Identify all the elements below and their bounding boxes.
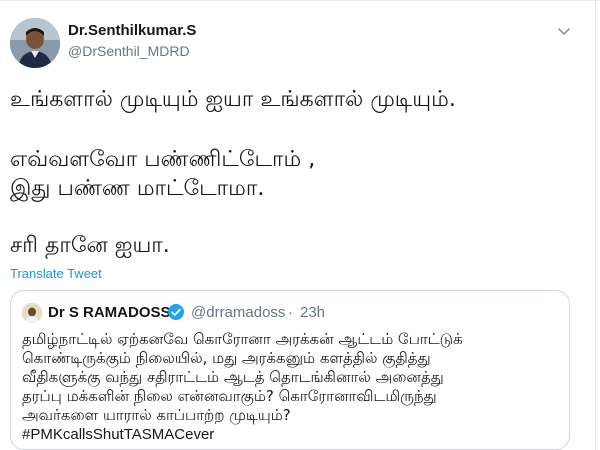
quoted-text-line: அவர்களை யாரால் காப்பாற்ற முடியும்? <box>22 406 291 424</box>
chevron-down-icon[interactable] <box>555 22 573 40</box>
author-name[interactable]: Dr.Senthilkumar.S <box>68 22 196 39</box>
separator-dot: · <box>288 304 293 321</box>
quoted-text-line: தமிழ்நாட்டில் ஏற்கனவே கொரோனா அரக்கன் ஆட்… <box>22 330 463 348</box>
tweet-text-line: இது பண்ண மாட்டோமா. <box>10 176 265 201</box>
tweet-text-line: உங்களால் முடியும் ஐயா உங்களால் முடியும். <box>10 87 456 112</box>
top-divider <box>0 0 600 1</box>
tweet-text-line: எவ்வளவோ பண்ணிட்டோம் , <box>10 147 316 172</box>
right-divider <box>595 0 596 450</box>
quoted-author-avatar <box>22 303 42 323</box>
quoted-tweet-card[interactable]: Dr S RAMADOSS @drramadoss · 23h தமிழ்நாட… <box>10 290 570 450</box>
quoted-hashtag[interactable]: #PMKcallsShutTASMACever <box>22 425 214 444</box>
author-handle[interactable]: @DrSenthil_MDRD <box>68 43 190 59</box>
translate-tweet-link[interactable]: Translate Tweet <box>10 266 102 281</box>
quoted-text-line: வீதிகளுக்கு வந்து சதிராட்டம் ஆடத் தொடங்க… <box>22 368 444 386</box>
quoted-text-line: தரப்பு மக்களின் நிலை என்னவாகும்? கொரோனாவ… <box>22 387 437 405</box>
quoted-author-handle: @drramadoss <box>191 304 286 321</box>
quoted-author-name: Dr S RAMADOSS <box>48 304 171 321</box>
verified-badge-icon <box>167 303 185 321</box>
quoted-text-line: கொண்டிருக்கும் நிலையில், மது அரக்கனும் க… <box>22 349 431 367</box>
author-avatar[interactable] <box>10 18 60 68</box>
tweet-text-line: சரி தானே ஐயா. <box>10 233 170 258</box>
quoted-timestamp[interactable]: 23h <box>300 304 325 321</box>
